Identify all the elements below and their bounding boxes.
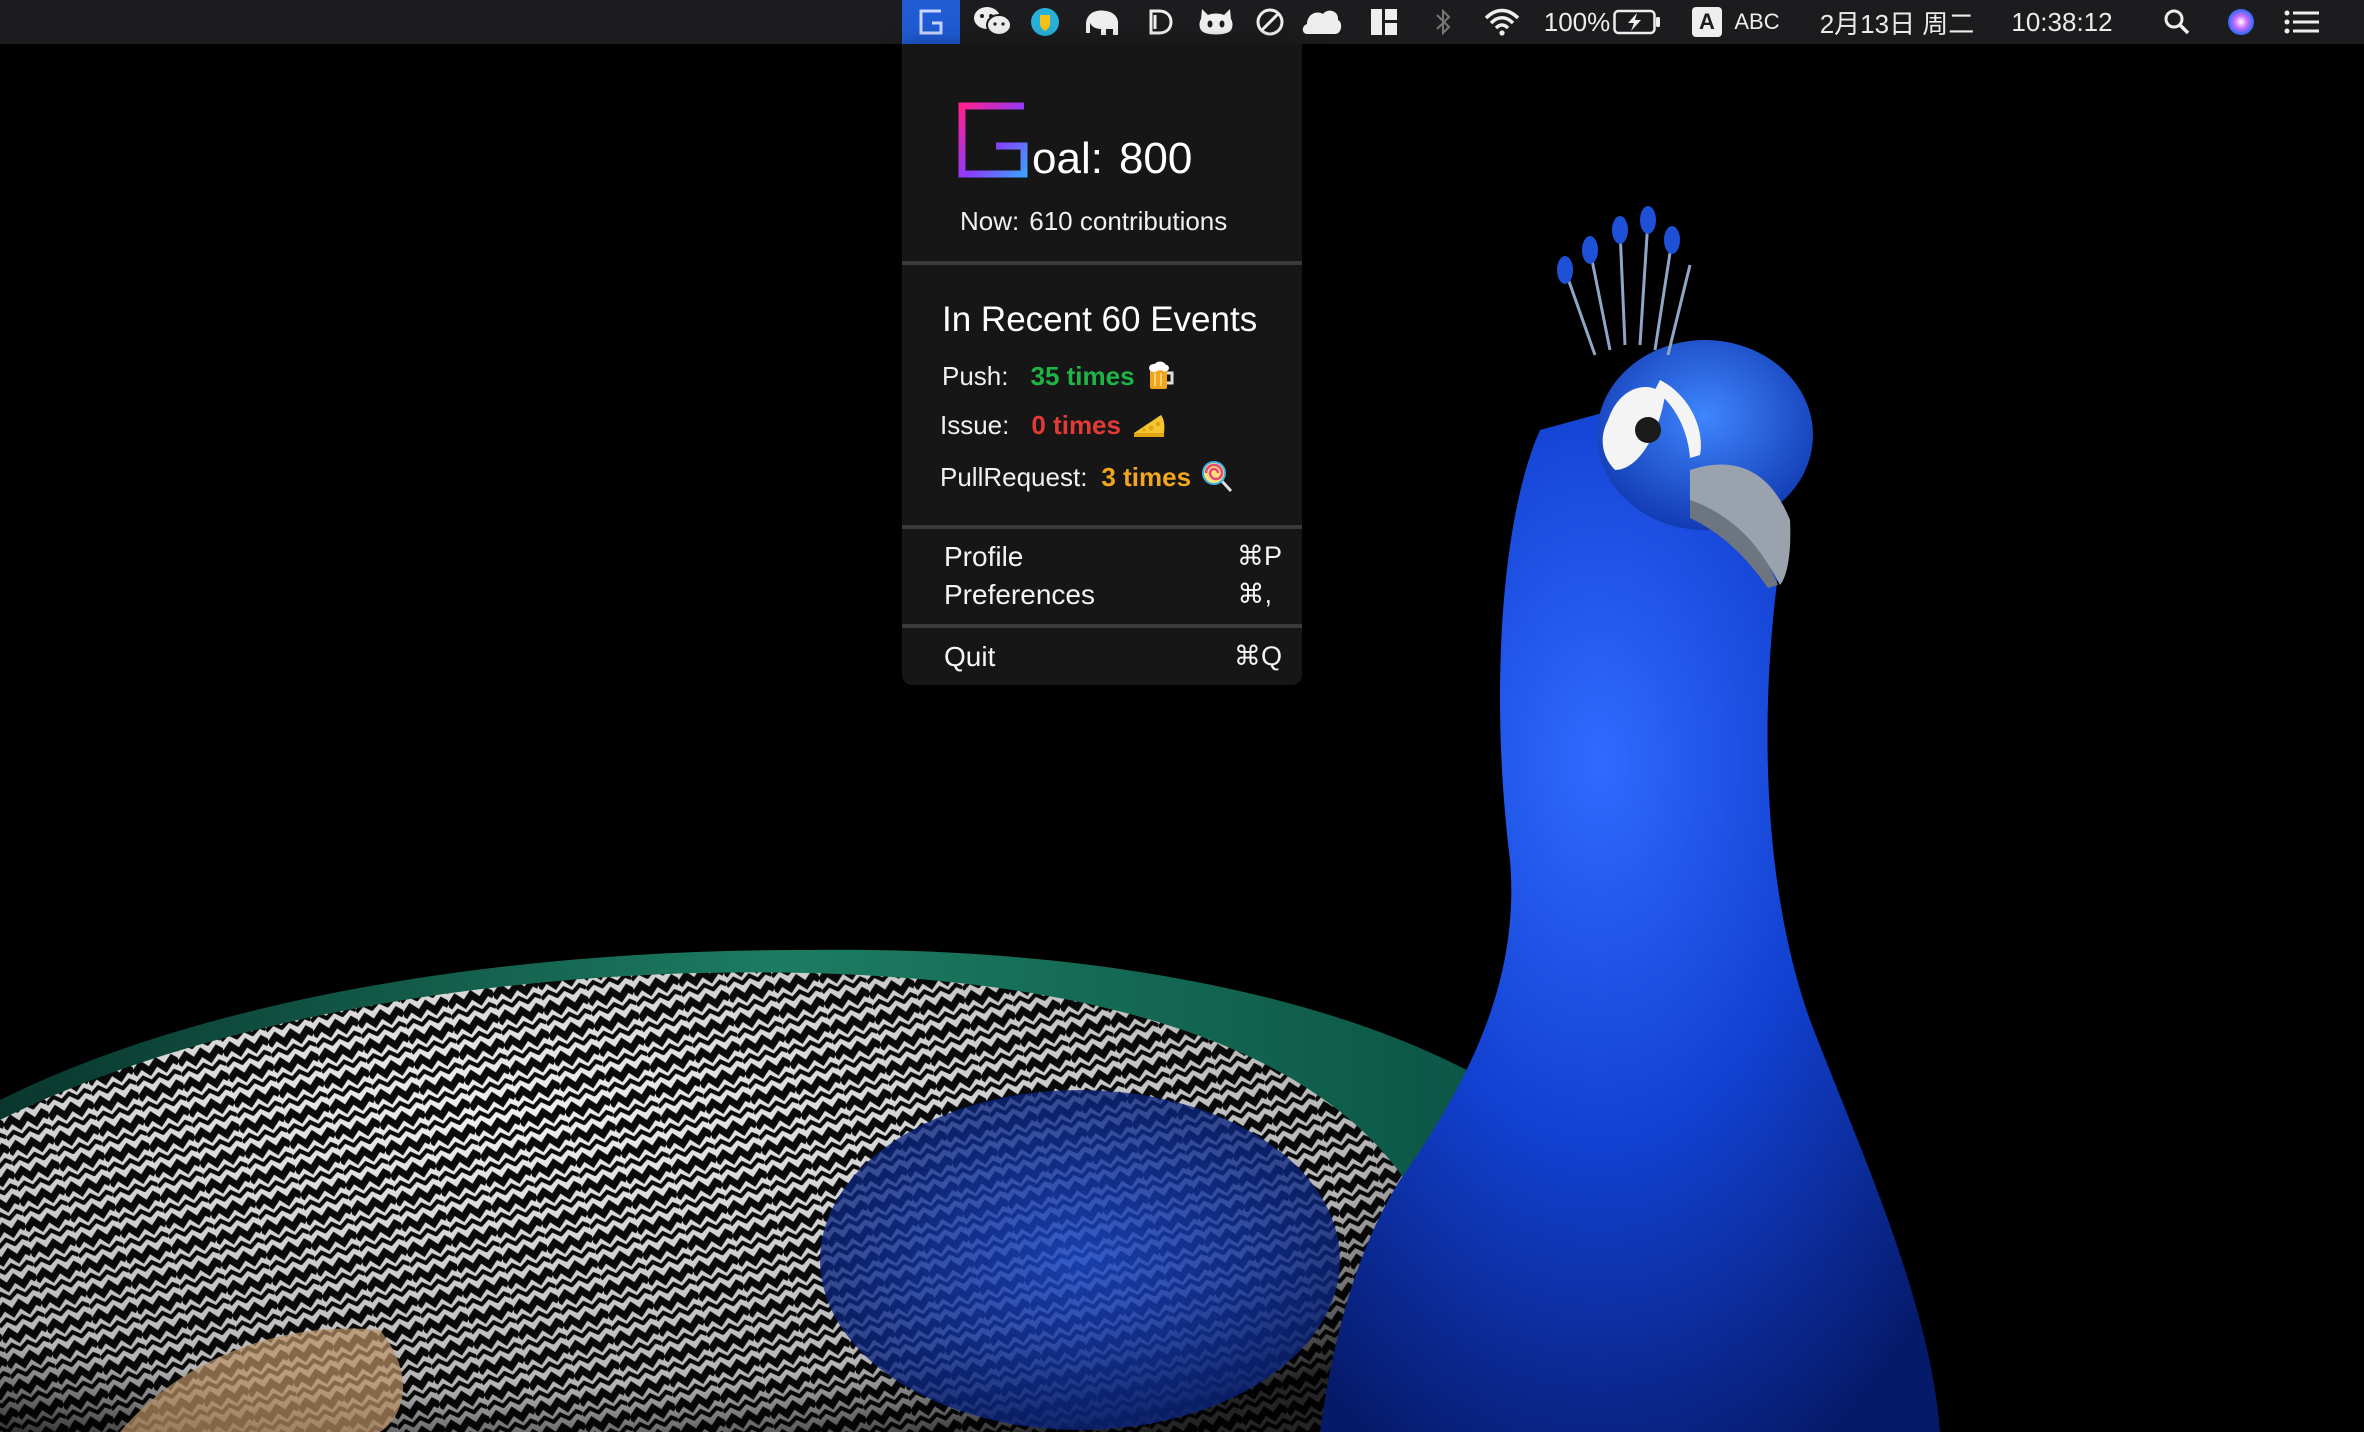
no-disturb-icon[interactable] [1250, 0, 1290, 44]
d-app-icon[interactable] [1140, 0, 1180, 44]
cheese-icon [1131, 411, 1167, 441]
wifi-icon[interactable] [1478, 0, 1526, 44]
github-goal-app-icon[interactable] [902, 0, 960, 44]
input-source-badge[interactable]: A [1690, 0, 1724, 44]
lollipop-icon [1201, 460, 1235, 494]
event-label: Push: [942, 360, 1009, 391]
event-row-push: Push: 35 times [942, 360, 1177, 392]
menu-separator [902, 261, 1302, 265]
event-count-pullrequest: 3 times [1101, 461, 1192, 492]
event-row-pullrequest: PullRequest: 3 times [940, 460, 1235, 494]
menu-item-shortcut: ⌘, [1237, 579, 1272, 609]
battery-charging-icon[interactable] [1612, 0, 1662, 44]
github-octocat-icon[interactable] [1193, 0, 1239, 44]
menu-item-label: Profile [944, 541, 1024, 572]
menu-item-quit[interactable]: Quit ⌘Q [944, 641, 1282, 673]
spotlight-search-icon[interactable] [2160, 0, 2194, 44]
tiles-icon[interactable] [1364, 0, 1404, 44]
event-row-issue: Issue: 0 times [940, 410, 1167, 441]
menu-item-label: Quit [944, 641, 996, 672]
now-value: 610 contributions [1029, 206, 1228, 236]
menu-item-shortcut: ⌘Q [1233, 641, 1282, 671]
menu-separator [902, 624, 1302, 628]
now-label: Now: [960, 206, 1020, 236]
battery-percent: 100% [1543, 6, 1611, 37]
menu-item-label: Preferences [944, 579, 1095, 610]
recent-events-title: In Recent 60 Events [942, 300, 1258, 339]
input-source-letter: A [1692, 7, 1722, 37]
goal-label: oal: [1032, 134, 1103, 183]
menubar-date[interactable]: 2月13日 周二 [1808, 0, 1986, 44]
input-source-label[interactable]: ABC [1732, 0, 1782, 44]
menu-item-preferences[interactable]: Preferences ⌘, [944, 579, 1282, 611]
elephant-icon[interactable] [1078, 0, 1126, 44]
goal-dropdown-menu: oal: 800 Now: 610 contributions In Recent … [902, 44, 1302, 685]
shield-app-icon[interactable] [1025, 0, 1065, 44]
wechat-icon[interactable] [968, 0, 1016, 44]
menubar-time[interactable]: 10:38:12 [1998, 0, 2126, 44]
event-label: PullRequest: [940, 461, 1088, 492]
cloud-icon[interactable] [1298, 0, 1346, 44]
event-count-issue: 0 times [1031, 410, 1121, 440]
siri-icon[interactable] [2224, 0, 2258, 44]
notification-center-icon[interactable] [2282, 0, 2322, 44]
bluetooth-icon[interactable] [1428, 0, 1458, 44]
goal-logo-icon [958, 102, 1028, 178]
now-line: Now: 610 contributions [960, 206, 1227, 237]
menu-bar: 100% A ABC 2月13日 周二 10:38:12 [0, 0, 2364, 44]
goal-line: oal: 800 [1032, 134, 1192, 184]
beer-mug-icon [1145, 360, 1177, 392]
goal-value: 800 [1118, 134, 1193, 183]
menu-item-profile[interactable]: Profile ⌘P [944, 541, 1282, 573]
event-count-push: 35 times [1030, 360, 1135, 391]
menu-separator [902, 525, 1302, 529]
menu-item-shortcut: ⌘P [1236, 541, 1282, 571]
event-label: Issue: [940, 410, 1010, 440]
